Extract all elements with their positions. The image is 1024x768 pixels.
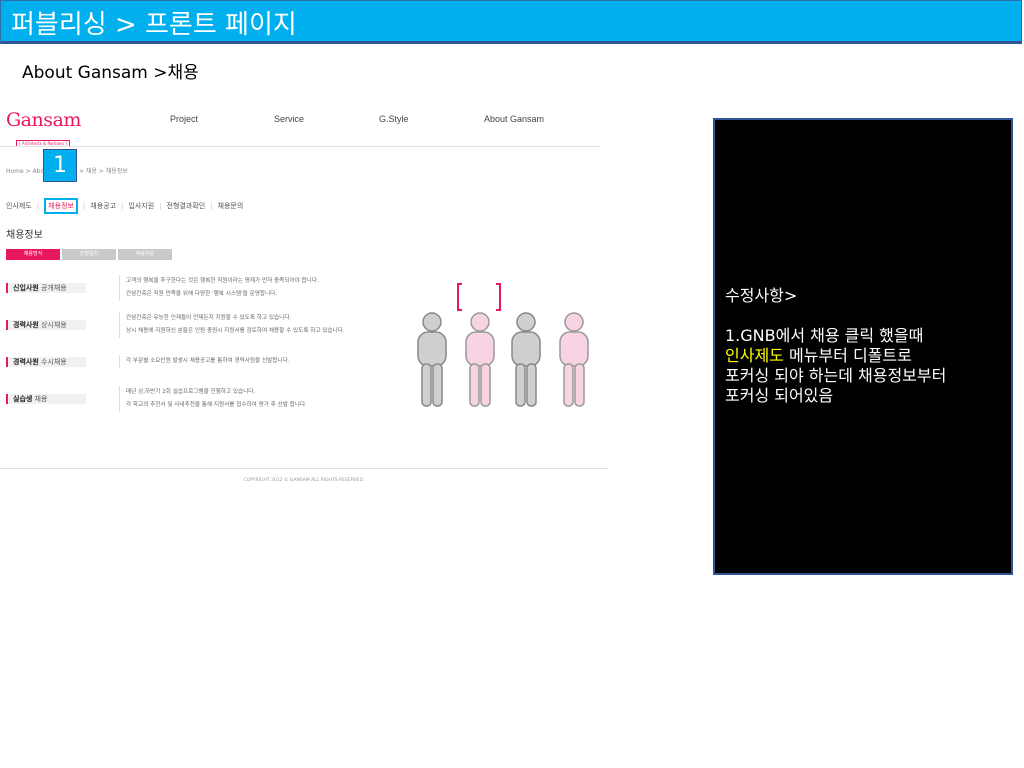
notes-heading: 수정사항> [725, 286, 798, 305]
lnb-item-recruit-info[interactable]: 채용정보 [44, 198, 78, 214]
slide-header: 퍼블리싱 > 프론트 페이지 [0, 0, 1022, 44]
gnb-item-project[interactable]: Project [170, 114, 198, 124]
row-description: 매년 상,하반기 2회 실습프로그램을 진행하고 있습니다. 각 학교의 추천서 … [119, 386, 307, 412]
notes-line-4: 포커싱 되어있음 [725, 386, 834, 405]
gnb-item-gstyle[interactable]: G.Style [379, 114, 409, 124]
revision-notes-panel: 수정사항> 1.GNB에서 채용 클릭 했을때 인사제도 메뉴부터 디폴트로 포… [713, 118, 1013, 575]
section-title: 채용정보 [6, 230, 43, 241]
annotation-marker: 1 [43, 149, 77, 182]
website-screenshot: Gansam [ Architects & Partners ] Project… [0, 100, 610, 500]
gnb-item-about[interactable]: About Gansam [484, 114, 544, 124]
notes-line-3: 포커싱 되야 하는데 채용정보부터 [725, 366, 947, 385]
slide-subtitle: About Gansam >채용 [22, 63, 199, 83]
footer-divider [0, 468, 608, 469]
lnb-item-inquiry[interactable]: 채용문의 [218, 202, 244, 210]
tab-division[interactable]: 채용부문 [118, 249, 172, 260]
revision-notes: 수정사항> 1.GNB에서 채용 클릭 했을때 인사제도 메뉴부터 디폴트로 포… [725, 286, 946, 406]
notes-line-1: 1.GNB에서 채용 클릭 했을때 [725, 326, 924, 345]
gansam-logo[interactable]: Gansam [ Architects & Partners ] [6, 110, 81, 149]
slide-title: 퍼블리싱 > 프론트 페이지 [11, 10, 297, 40]
lnb-item-job-posting[interactable]: 채용공고 [90, 202, 116, 210]
lnb-item-result[interactable]: 전형결과확인 [167, 202, 206, 210]
lnb-item-apply[interactable]: 입사지원 [128, 202, 154, 210]
row-label: 경력사원 수시채용 [6, 357, 86, 367]
person-gray-2 [511, 312, 541, 407]
gnb-item-service[interactable]: Service [274, 114, 304, 124]
tab-process[interactable]: 전형절차 [62, 249, 116, 260]
logo-text: Gansam [6, 109, 81, 131]
person-pink-2 [559, 312, 589, 407]
people-illustration [417, 283, 589, 407]
gnb-divider [0, 146, 600, 147]
row-label: 실습생 채용 [6, 394, 86, 404]
row-label: 신입사원 공개채용 [6, 283, 86, 293]
row-description: 각 부문별 소요인원 발생시 채용공고를 통하여 경력사원을 선발합니다. [119, 355, 289, 368]
copyright: COPYRIGHT 2012 © GANSAM ALL RIGHTS RESER… [243, 478, 365, 483]
row-label: 경력사원 상시채용 [6, 320, 86, 330]
person-pink-1 [465, 312, 495, 407]
person-gray-1 [417, 312, 447, 407]
notes-line-2: 인사제도 메뉴부터 디폴트로 [725, 346, 912, 365]
row-description: 간삼건축은 유능한 인재들이 언제든지 지원할 수 있도록 하고 있습니다. 상시… [119, 312, 345, 338]
lnb-item-hr-system[interactable]: 인사제도 [6, 202, 32, 210]
tab-method[interactable]: 채용방식 [6, 249, 60, 260]
local-nav: 인사제도 | 채용정보 | 채용공고 | 입사지원 | 전형결과확인 | 채용문의 [6, 193, 243, 214]
row-description: 고객의 행복을 추구한다는 것은 행복한 직원이라는 명제가 먼저 충족되어야 … [119, 275, 319, 301]
